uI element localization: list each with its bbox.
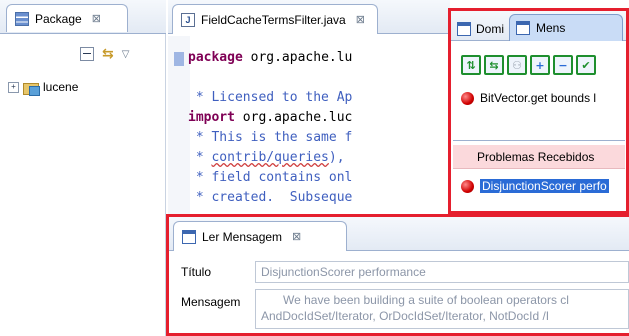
close-icon[interactable]: ⊠ bbox=[92, 12, 101, 25]
forward-message-button[interactable]: ⇆ bbox=[484, 55, 504, 75]
add-button[interactable]: + bbox=[530, 55, 550, 75]
messages-tab-bar: Domi Mens bbox=[451, 11, 626, 41]
code-line: * contrib/queries), bbox=[188, 148, 450, 168]
tab-domi[interactable]: Domi bbox=[457, 17, 504, 41]
code-line: * field contains onl bbox=[188, 168, 450, 188]
tab-domi-label: Domi bbox=[476, 22, 505, 36]
tab-package-label: Package bbox=[35, 11, 82, 26]
current-line-marker bbox=[174, 52, 184, 66]
tab-fieldcachetermsfilter[interactable]: J FieldCacheTermsFilter.java ⊠ bbox=[172, 4, 378, 34]
code-token: * field contains onl bbox=[188, 170, 353, 185]
code-line: * created. Subseque bbox=[188, 188, 450, 208]
message-label: Mensagem bbox=[181, 295, 241, 309]
package-toolbar: ⇆ ▽ bbox=[80, 44, 164, 64]
code-token: * created. Subseque bbox=[188, 190, 353, 205]
read-tab-bar: Ler Mensagem ⊠ bbox=[169, 217, 629, 251]
editor-tab-bar: J FieldCacheTermsFilter.java ⊠ bbox=[168, 0, 450, 34]
package-tab-bar: Package ⊠ bbox=[0, 0, 166, 34]
message-label: DisjunctionScorer perfo bbox=[480, 179, 609, 193]
code-line: + * Licensed to the Ap bbox=[188, 88, 450, 108]
tree-item-label: lucene bbox=[43, 80, 79, 94]
window-icon bbox=[516, 21, 530, 35]
received-problems-header: Problemas Recebidos bbox=[453, 145, 625, 169]
check-button[interactable]: ✔ bbox=[576, 55, 596, 75]
java-editor: J FieldCacheTermsFilter.java ⊠ package o… bbox=[168, 0, 450, 214]
tab-editor-label: FieldCacheTermsFilter.java bbox=[201, 12, 346, 27]
code-line: * This is the same f bbox=[188, 128, 450, 148]
message-label: BitVector.get bounds l bbox=[480, 91, 597, 105]
code-token: * Licensed to the Ap bbox=[188, 90, 353, 105]
read-message-view: Ler Mensagem ⊠ Título DisjunctionScorer … bbox=[166, 214, 629, 336]
error-icon bbox=[461, 179, 474, 193]
code-line: package org.apache.lu bbox=[188, 48, 450, 68]
messages-view: Domi Mens ⇅ ⇆ ⚇ + − ✔ BitVector.get bounds l … bbox=[448, 8, 629, 214]
package-folder-icon bbox=[23, 80, 40, 96]
link-with-editor-icon[interactable]: ⇆ bbox=[102, 46, 114, 62]
title-value: DisjunctionScorer performance bbox=[261, 265, 426, 279]
forward-message-icon: ⇆ bbox=[489, 58, 499, 72]
code-token: org.apache.lu bbox=[242, 50, 353, 65]
code-line: +import org.apache.luc bbox=[188, 108, 450, 128]
tree-item-lucene[interactable]: + lucene bbox=[8, 80, 79, 96]
code-token: org.apache.luc bbox=[234, 110, 353, 125]
list-item[interactable]: BitVector.get bounds l bbox=[461, 91, 596, 105]
minimize-button[interactable]: − bbox=[553, 55, 573, 75]
title-field[interactable]: DisjunctionScorer performance bbox=[255, 261, 629, 283]
close-icon[interactable]: ⊠ bbox=[292, 230, 301, 243]
collapse-all-icon[interactable] bbox=[80, 47, 94, 61]
code-token: import bbox=[188, 110, 235, 125]
java-file-icon: J bbox=[181, 12, 195, 27]
error-icon bbox=[461, 91, 474, 105]
package-explorer-icon bbox=[15, 11, 29, 26]
add-icon: + bbox=[535, 58, 545, 72]
message-body-field[interactable]: We have been building a suite of boolean… bbox=[255, 289, 629, 329]
tab-package[interactable]: Package ⊠ bbox=[6, 4, 128, 32]
close-icon[interactable]: ⊠ bbox=[356, 13, 365, 26]
list-item-selected[interactable]: DisjunctionScorer perfo bbox=[461, 179, 609, 193]
window-icon bbox=[457, 22, 471, 36]
code-area[interactable]: package org.apache.lu + * Licensed to the… bbox=[188, 48, 450, 214]
title-label: Título bbox=[181, 265, 212, 279]
tab-mens-label: Mens bbox=[536, 21, 566, 35]
users-disabled-button[interactable]: ⚇ bbox=[507, 55, 527, 75]
code-token: ), bbox=[328, 150, 345, 165]
expand-toggle-icon[interactable]: + bbox=[8, 81, 19, 93]
tab-read-label: Ler Mensagem bbox=[202, 229, 283, 244]
code-token: * This is the same f bbox=[188, 130, 353, 145]
view-menu-chevron-down-icon[interactable]: ▽ bbox=[122, 49, 130, 60]
check-icon: ✔ bbox=[581, 58, 591, 72]
messages-toolbar: ⇅ ⇆ ⚇ + − ✔ bbox=[461, 55, 596, 79]
minimize-icon: − bbox=[558, 58, 568, 72]
send-message-button[interactable]: ⇅ bbox=[461, 55, 481, 75]
message-line-2: AndDocIdSet/Iterator, OrDocIdSet/Iterato… bbox=[261, 309, 550, 323]
message-line-1: We have been building a suite of boolean… bbox=[283, 293, 569, 307]
tab-ler-mensagem[interactable]: Ler Mensagem ⊠ bbox=[173, 221, 347, 251]
code-token: package bbox=[188, 50, 243, 65]
tab-mens[interactable]: Mens bbox=[509, 14, 623, 41]
send-message-icon: ⇅ bbox=[466, 58, 476, 72]
window-icon bbox=[182, 229, 196, 244]
package-explorer-view: Package ⊠ ⇆ ▽ + lucene bbox=[0, 0, 166, 336]
code-token: contrib/queries bbox=[211, 150, 329, 165]
code-token: * bbox=[188, 150, 212, 165]
users-disabled-icon: ⚇ bbox=[512, 58, 522, 72]
